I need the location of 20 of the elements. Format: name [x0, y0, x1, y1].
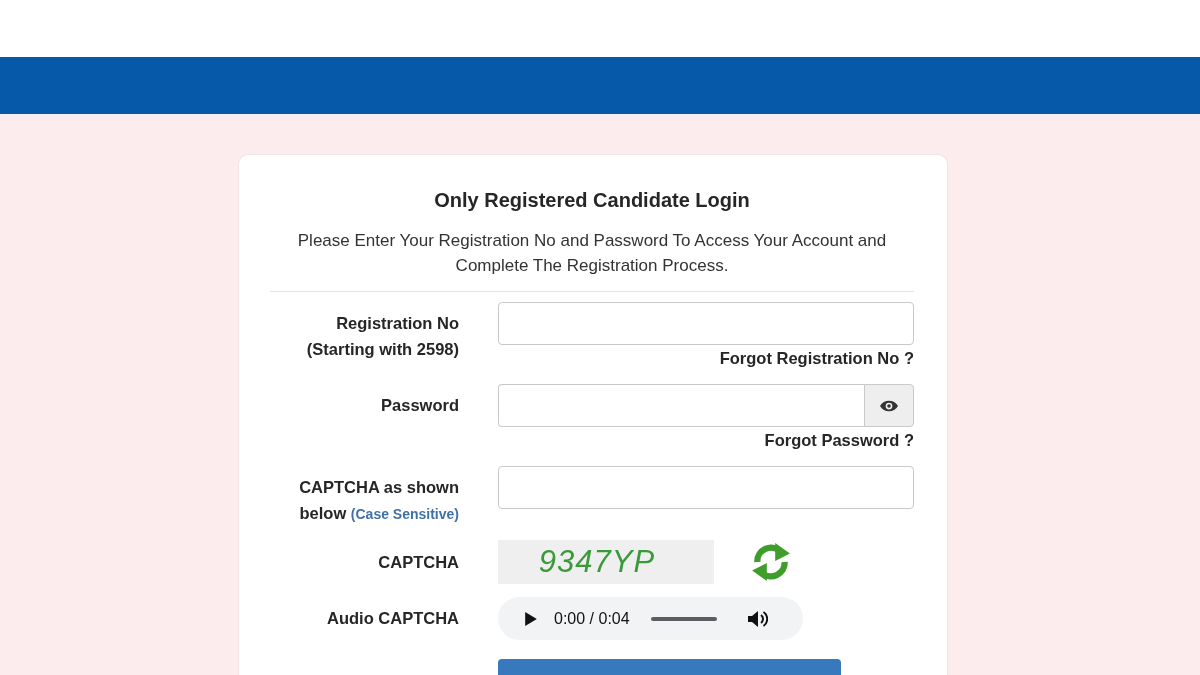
instructions-text: Please Enter Your Registration No and Password To Access Your Account and Complete The Registration Process. — [296, 230, 888, 277]
field-label: CAPTCHA as shown below (Case Sensitive) — [298, 477, 459, 524]
text-field[interactable] — [498, 466, 914, 509]
audio-time: 0:00 / 0:04 — [554, 609, 630, 628]
eye-icon — [880, 399, 898, 412]
field-label: Registration No (Starting with 2598) — [305, 313, 459, 360]
captcha-image: 9347YP — [498, 540, 714, 584]
field-label: Audio CAPTCHA — [327, 608, 459, 629]
play-icon[interactable] — [525, 611, 537, 626]
forgot-link[interactable]: Forgot Password ? — [764, 430, 914, 450]
text-field[interactable] — [498, 302, 914, 345]
field-label: CAPTCHA — [378, 552, 459, 573]
progress-track[interactable] — [650, 616, 717, 621]
volume-icon[interactable] — [747, 609, 768, 628]
field-label: Password — [381, 395, 459, 416]
refresh-icon[interactable] — [750, 541, 792, 583]
password-field[interactable] — [498, 384, 864, 427]
show-password-button[interactable] — [864, 384, 914, 427]
form-title: Only Registered Candidate Login — [433, 188, 751, 213]
forgot-link[interactable]: Forgot Registration No ? — [719, 348, 914, 368]
